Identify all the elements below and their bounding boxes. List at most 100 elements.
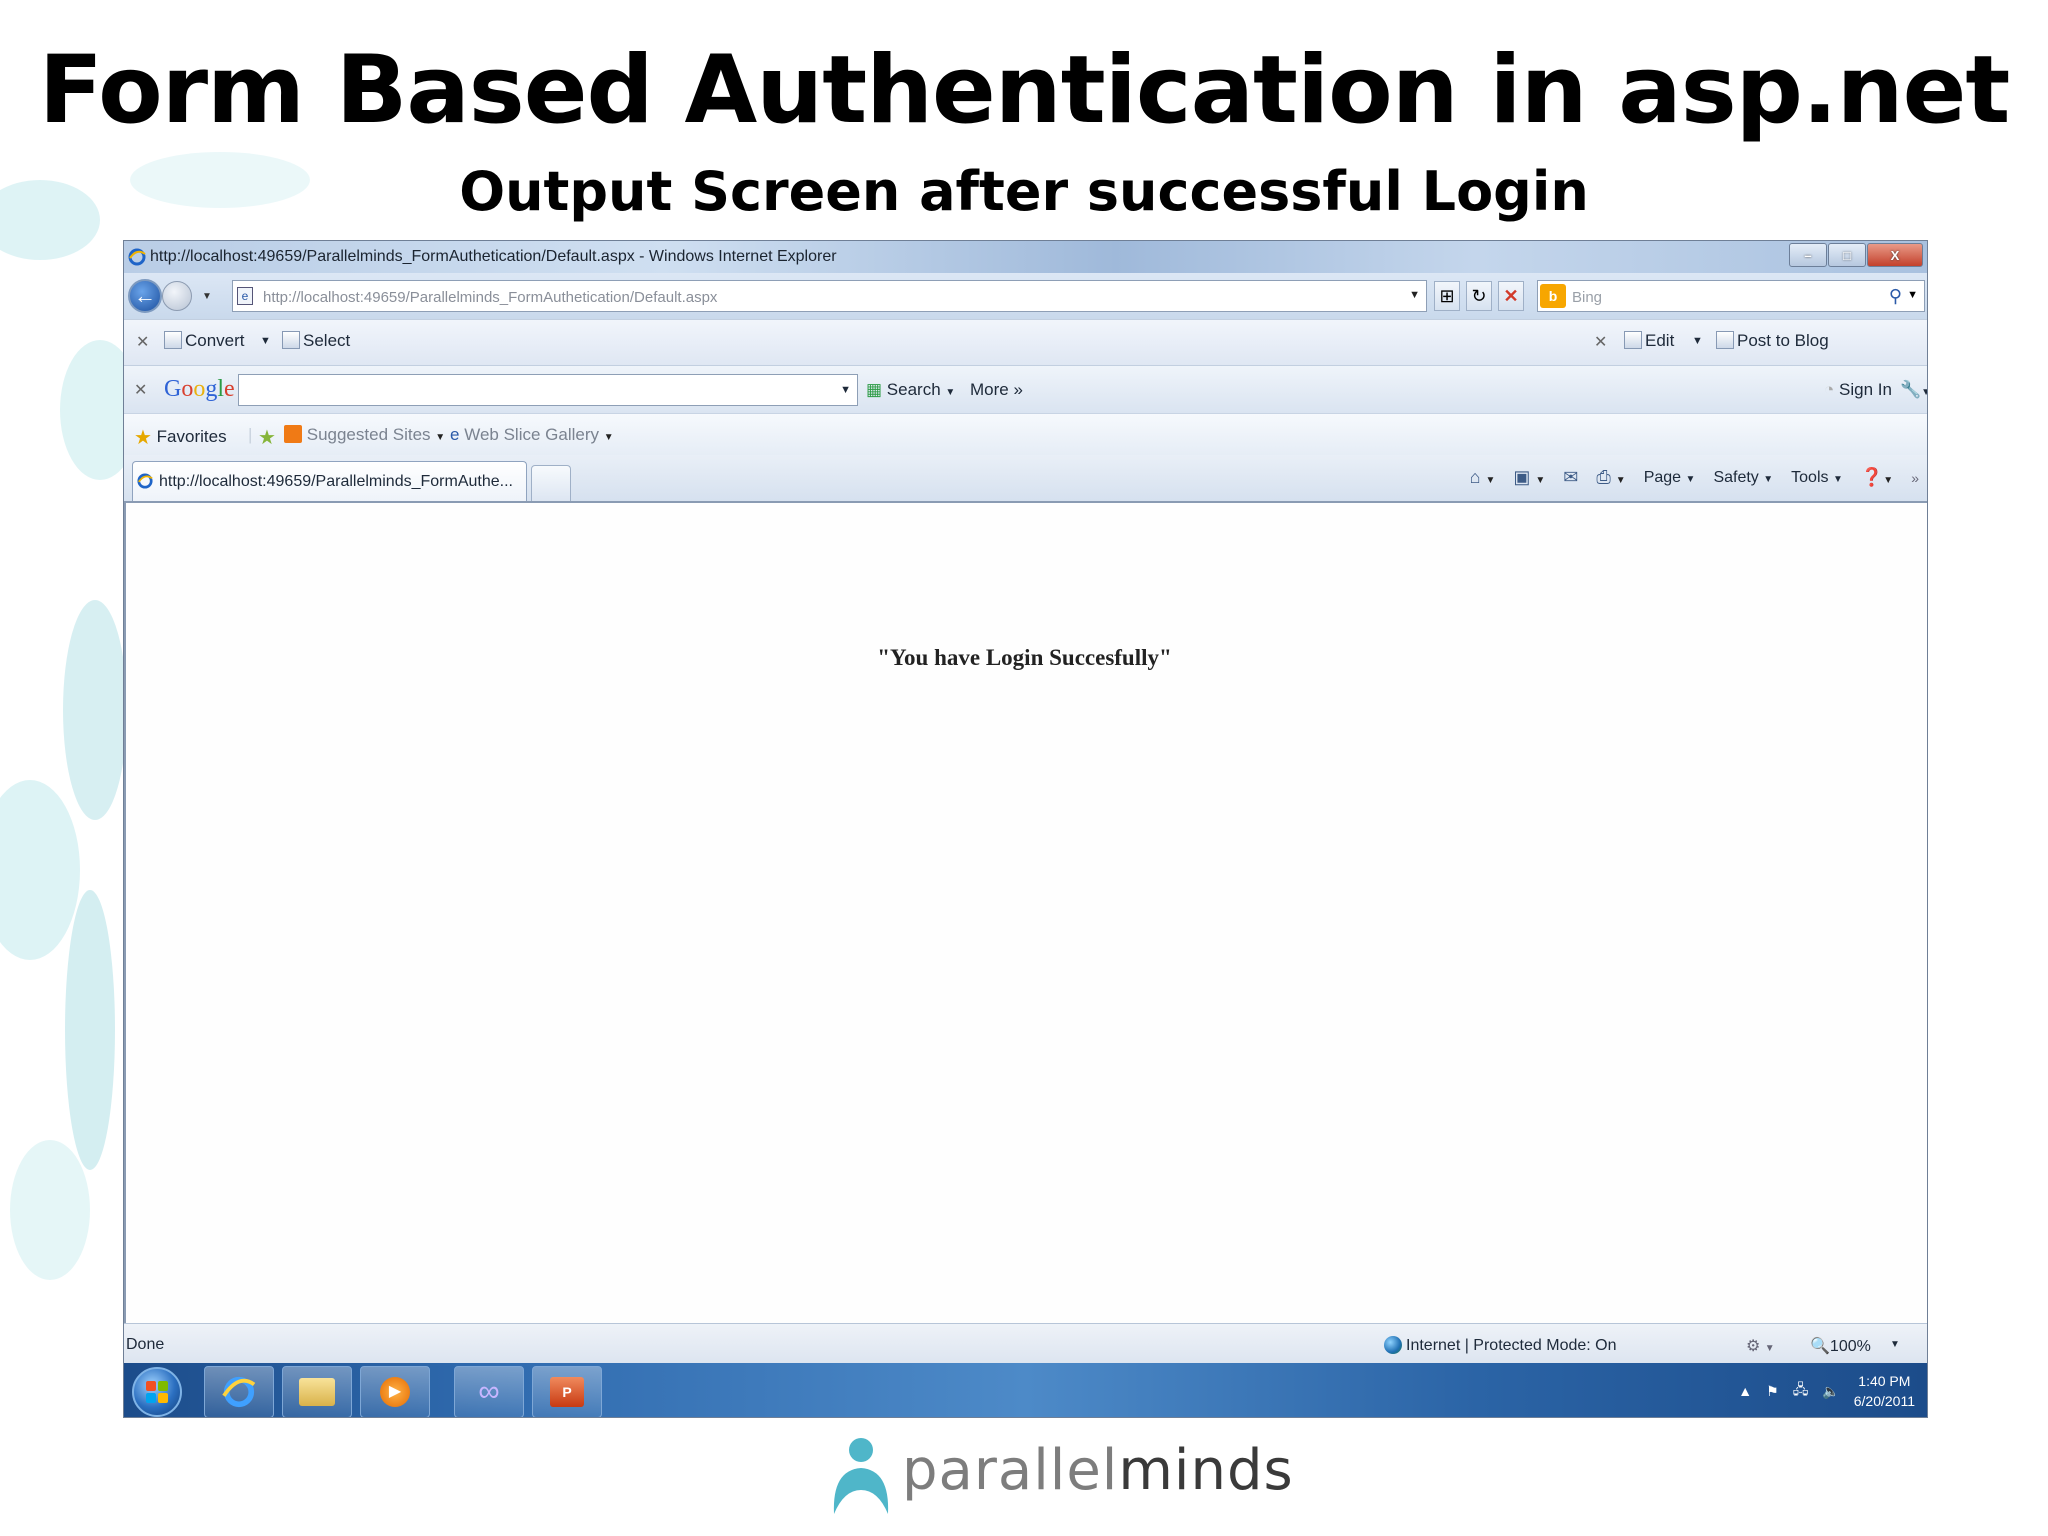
add-to-favorites-bar-icon[interactable]: ★ — [258, 425, 276, 450]
safety-menu-label: Safety — [1713, 468, 1759, 486]
forward-button[interactable] — [162, 281, 192, 311]
brand-light: parallel — [902, 1438, 1119, 1503]
more-commands-icon[interactable]: » — [1911, 470, 1919, 486]
compatibility-view-icon[interactable]: ⊞ — [1434, 281, 1460, 311]
edit-label: Edit — [1645, 331, 1675, 350]
page-menu[interactable]: Page ▼ — [1644, 469, 1696, 487]
select-label: Select — [303, 331, 351, 350]
minimize-button[interactable]: – — [1789, 243, 1827, 267]
taskbar-visual-studio-button[interactable]: ∞ — [454, 1366, 524, 1417]
powerpoint-icon: P — [550, 1377, 584, 1407]
window-controls: – □ X — [1788, 243, 1923, 267]
refresh-icon[interactable]: ↻ — [1466, 281, 1492, 311]
print-icon[interactable]: ⎙ ▼ — [1596, 467, 1625, 488]
favorites-star-icon: ★ — [134, 427, 152, 449]
search-dropdown-icon[interactable]: ▼ — [1907, 289, 1918, 301]
logo-letter: o — [181, 376, 194, 402]
page-icon: e — [237, 287, 253, 305]
tab-row: http://localhost:49659/Parallelminds_For… — [124, 455, 1927, 501]
tools-menu-label: Tools — [1791, 468, 1829, 486]
close-google-toolbar-icon[interactable]: ✕ — [134, 380, 147, 400]
post-to-blog-button[interactable]: Post to Blog — [1716, 331, 1829, 351]
internet-explorer-icon — [222, 1376, 256, 1408]
slide-subtitle: Output Screen after successful Login — [459, 160, 1589, 223]
logo-letter: o — [193, 376, 206, 402]
help-icon[interactable]: ❓▼ — [1861, 467, 1893, 488]
brand-dark: minds — [1118, 1438, 1294, 1503]
volume-icon[interactable]: 🔈 — [1822, 1383, 1839, 1400]
edit-dropdown-icon[interactable]: ▼ — [1692, 335, 1703, 347]
clock-date: 6/20/2011 — [1853, 1393, 1915, 1409]
tools-menu[interactable]: Tools ▼ — [1791, 469, 1843, 487]
action-center-flag-icon[interactable]: ⚑ — [1766, 1383, 1779, 1400]
safety-menu[interactable]: Safety ▼ — [1713, 469, 1773, 487]
sign-in-label: Sign In — [1839, 380, 1892, 399]
recent-pages-dropdown-icon[interactable]: ▼ — [202, 291, 212, 302]
taskbar-explorer-button[interactable] — [282, 1366, 352, 1417]
search-input[interactable]: b Bing ⚲ ▼ — [1537, 280, 1925, 312]
select-button[interactable]: Select — [282, 331, 350, 351]
edit-icon — [1624, 331, 1642, 349]
start-button[interactable] — [132, 1367, 182, 1417]
search-icon[interactable]: ⚲ — [1889, 286, 1902, 307]
close-button[interactable]: X — [1867, 243, 1923, 267]
convert-label: Convert — [185, 331, 245, 350]
media-player-icon: ▶ — [380, 1377, 410, 1407]
taskbar-media-player-button[interactable]: ▶ — [360, 1366, 430, 1417]
status-bar: Done Internet | Protected Mode: On ⚙ ▼ 🔍… — [124, 1323, 1927, 1363]
read-mail-icon[interactable]: ✉ — [1563, 467, 1578, 488]
google-search-icon: ▦ — [866, 380, 883, 399]
security-zone[interactable]: Internet | Protected Mode: On — [1384, 1336, 1617, 1355]
home-icon[interactable]: ⌂ ▼ — [1470, 467, 1496, 488]
favorites-button[interactable]: ★ Favorites — [134, 425, 227, 450]
taskbar-powerpoint-button[interactable]: P — [532, 1366, 602, 1417]
edit-button[interactable]: Edit — [1624, 331, 1674, 351]
convert-button[interactable]: Convert — [164, 331, 245, 351]
logo-letter: g — [205, 376, 218, 402]
url-input[interactable]: e http://localhost:49659/Parallelminds_F… — [232, 280, 1427, 312]
logo-letter: e — [224, 376, 235, 402]
title-bar[interactable]: http://localhost:49659/Parallelminds_For… — [124, 241, 1927, 273]
slide: Form Based Authentication in asp.net Out… — [0, 0, 2048, 1536]
new-tab-button[interactable] — [531, 465, 571, 501]
network-icon[interactable]: 🖧 — [1793, 1379, 1809, 1403]
pdf-toolbar: ✕ Convert ▼ Select ✕ Edit ▼ Post to Blog — [124, 319, 1927, 365]
web-slice-icon: e — [450, 425, 460, 444]
web-slice-gallery-button[interactable]: e Web Slice Gallery ▼ — [450, 425, 614, 445]
convert-dropdown-icon[interactable]: ▼ — [260, 335, 271, 347]
close-toolbar-icon[interactable]: ✕ — [136, 332, 149, 352]
taskbar-ie-button[interactable] — [204, 1366, 274, 1417]
window-title: http://localhost:49659/Parallelminds_For… — [150, 248, 837, 265]
bing-icon: b — [1540, 284, 1566, 308]
address-tools: ⊞ ↻ ✕ — [1434, 281, 1524, 311]
suggested-sites-label: Suggested Sites — [306, 425, 431, 444]
favorites-label: Favorites — [156, 427, 227, 446]
maximize-button[interactable]: □ — [1828, 243, 1866, 267]
feeds-icon[interactable]: ▣ ▼ — [1513, 467, 1545, 488]
folder-icon — [299, 1378, 335, 1406]
clock[interactable]: 1:40 PM 6/20/2011 — [1854, 1371, 1915, 1411]
google-search-input[interactable]: ▼ — [238, 374, 858, 406]
sign-in-button[interactable]: ◔ Sign In — [1824, 380, 1892, 400]
google-search-dropdown-icon[interactable]: ▼ — [840, 384, 851, 396]
close-blog-toolbar-icon[interactable]: ✕ — [1594, 332, 1607, 352]
stop-icon[interactable]: ✕ — [1498, 281, 1524, 311]
suggested-sites-button[interactable]: Suggested Sites ▼ — [284, 425, 445, 445]
logo-letter: l — [217, 376, 225, 402]
divider: | — [248, 425, 253, 444]
show-hidden-icons-icon[interactable]: ▲ — [1738, 1383, 1752, 1399]
globe-icon — [1384, 1336, 1402, 1354]
google-search-button[interactable]: ▦ Search ▼ — [866, 380, 955, 400]
privacy-icon[interactable]: ⚙ ▼ — [1746, 1336, 1775, 1356]
brand-wordmark: parallelminds — [902, 1438, 1294, 1503]
zoom-dropdown-icon[interactable]: ▼ — [1890, 1339, 1900, 1350]
back-button[interactable]: ← — [128, 279, 162, 313]
more-button[interactable]: More » — [970, 380, 1023, 400]
tab-default-aspx[interactable]: http://localhost:49659/Parallelminds_For… — [132, 461, 527, 501]
browser-window: http://localhost:49659/Parallelminds_For… — [123, 240, 1928, 1418]
tab-label: http://localhost:49659/Parallelminds_For… — [159, 473, 513, 490]
url-dropdown-icon[interactable]: ▼ — [1409, 289, 1420, 301]
zoom-control[interactable]: 🔍100% — [1810, 1336, 1871, 1356]
wrench-icon[interactable]: 🔧▼ — [1900, 380, 1927, 400]
convert-icon — [164, 331, 182, 349]
